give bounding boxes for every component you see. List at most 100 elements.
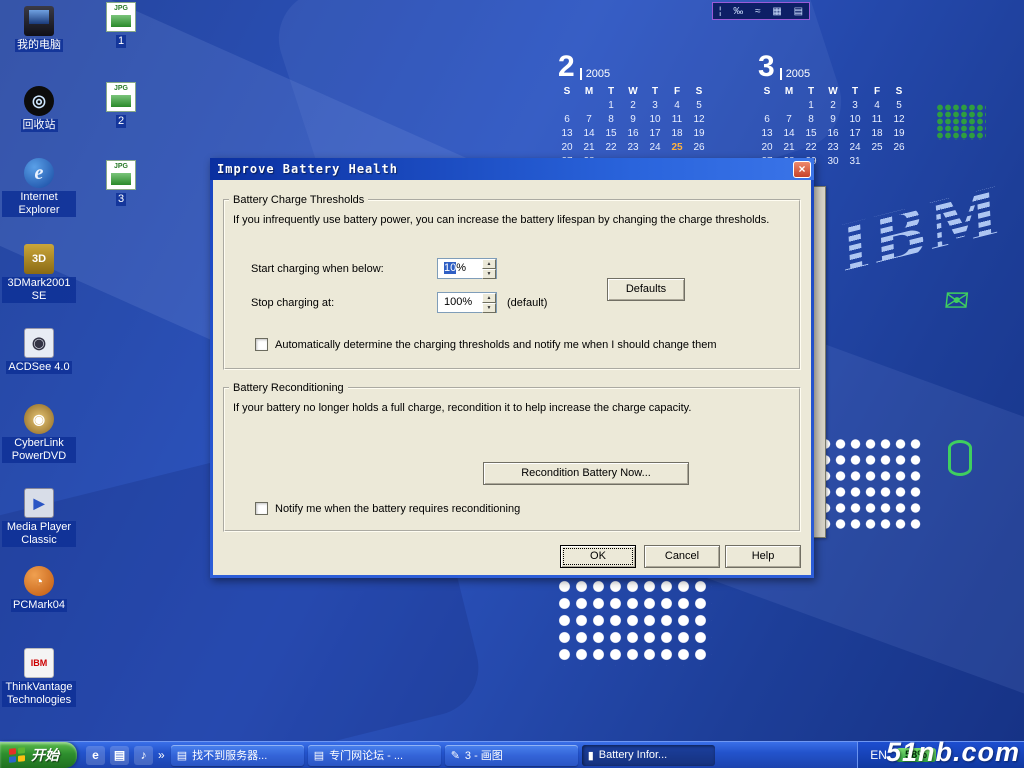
- calendar-day: 22: [800, 142, 822, 156]
- floating-toolbar[interactable]: ¦ ‰ ≈ ▦ ▤: [712, 2, 810, 20]
- chevron-icon[interactable]: »: [158, 748, 171, 762]
- calendar-day-header: M: [778, 86, 800, 100]
- calendar-day: 8: [600, 114, 622, 128]
- quick-launch-bar: e ▤ ♪: [77, 742, 158, 768]
- calendar-day: [578, 100, 600, 114]
- recycle-bin-icon: ◎: [24, 86, 54, 116]
- jpg-file-3[interactable]: JPG3: [84, 160, 158, 206]
- calendar-day: 17: [844, 128, 866, 142]
- my-computer-icon: [24, 6, 54, 36]
- powerdvd-icon: ◉: [24, 404, 54, 434]
- calendar-day: 5: [688, 100, 710, 114]
- jpg-file-label: 3: [116, 193, 126, 206]
- calendar-day: 22: [600, 142, 622, 156]
- envelope-icon: ✉: [942, 284, 971, 319]
- calendar-month: 3: [758, 52, 775, 82]
- dialog-titlebar[interactable]: Improve Battery Health ×: [210, 158, 814, 180]
- ok-button[interactable]: OK: [560, 545, 636, 568]
- start-button[interactable]: 开始: [0, 742, 77, 768]
- language-indicator[interactable]: EN: [870, 748, 887, 762]
- desktop-icon-powerdvd[interactable]: ◉CyberLink PowerDVD: [2, 404, 76, 463]
- cylinder-icon: [948, 440, 972, 476]
- percent-tool-icon[interactable]: ‰: [733, 6, 743, 17]
- start-charging-label: Start charging when below:: [251, 263, 437, 275]
- auto-determine-checkbox[interactable]: [255, 338, 268, 351]
- battery-information-icon: ▮: [588, 749, 594, 762]
- close-button[interactable]: ×: [793, 161, 811, 178]
- calendar-day: 12: [688, 114, 710, 128]
- calendar-day: 16: [622, 128, 644, 142]
- quick-launch-show-desktop-icon[interactable]: ▤: [110, 746, 129, 765]
- calendar-day: 2: [822, 100, 844, 114]
- calendar-day: 7: [778, 114, 800, 128]
- calendar-day: 14: [778, 128, 800, 142]
- notes-tool-icon[interactable]: ▤: [794, 6, 803, 17]
- cancel-button[interactable]: Cancel: [644, 545, 720, 568]
- desktop-icon-recycle-bin[interactable]: ◎回收站: [2, 86, 76, 132]
- calendar-day: [866, 156, 888, 170]
- calendar-day: [778, 100, 800, 114]
- pen-tool-icon[interactable]: ¦: [719, 6, 722, 17]
- calendar-day: 30: [822, 156, 844, 170]
- battery-charge-thresholds-group: Battery Charge Thresholds If you infrequ…: [223, 194, 801, 370]
- dot-grid-decoration: [818, 436, 925, 534]
- start-label: 开始: [31, 745, 59, 765]
- calendar-day: 25: [666, 142, 688, 156]
- defaults-button[interactable]: Defaults: [607, 278, 685, 301]
- taskbar-task-server-not-found[interactable]: ▤找不到服务器...: [171, 745, 304, 766]
- spin-down-icon[interactable]: ▼: [482, 269, 496, 279]
- calendar-year: 2005: [580, 68, 610, 80]
- calendar-day: 20: [756, 142, 778, 156]
- reconditioning-description: If your battery no longer holds a full c…: [233, 402, 791, 414]
- desktop-icon-my-computer[interactable]: 我的电脑: [2, 6, 76, 52]
- calendar-day: 2: [622, 100, 644, 114]
- desktop-icon-3dmark2001[interactable]: 3D3DMark2001 SE: [2, 244, 76, 303]
- ibm-logo: IBM: [831, 173, 1011, 289]
- calendar-day: 3: [644, 100, 666, 114]
- grid-tool-icon[interactable]: ▦: [772, 6, 781, 17]
- stop-threshold-spinbox[interactable]: 100% ▲ ▼: [437, 292, 497, 313]
- taskbar-task-forum[interactable]: ▤专门网论坛 - ...: [308, 745, 441, 766]
- desktop-icon-acdsee[interactable]: ◉ACDSee 4.0: [2, 328, 76, 374]
- spin-up-icon[interactable]: ▲: [482, 259, 496, 269]
- calendar-day: 21: [578, 142, 600, 156]
- spinner-buttons: ▲ ▼: [482, 293, 496, 312]
- calendar-day: 4: [666, 100, 688, 114]
- taskbar-task-battery-information[interactable]: ▮ Battery Infor...: [582, 745, 715, 766]
- acdsee-icon: ◉: [24, 328, 54, 358]
- desktop-icon-pcmark04[interactable]: ◔PCMark04: [2, 566, 76, 612]
- calendar-day: 25: [866, 142, 888, 156]
- desktop-icon-media-player-classic[interactable]: ▶Media Player Classic: [2, 488, 76, 547]
- selected-text: 10: [444, 262, 456, 274]
- reconditioning-group-title: Battery Reconditioning: [229, 382, 348, 394]
- battery-reconditioning-group: Battery Reconditioning If your battery n…: [223, 382, 801, 532]
- start-threshold-value: 10%: [438, 259, 482, 278]
- taskbar: 开始 e ▤ ♪ » ▤找不到服务器...▤专门网论坛 - ...✎3 - 画图 ▮ B…: [0, 741, 1024, 768]
- help-button[interactable]: Help: [725, 545, 801, 568]
- quick-launch-internet-explorer-icon[interactable]: e: [86, 746, 105, 765]
- server-not-found-icon: ▤: [177, 749, 187, 762]
- jpg-file-1[interactable]: JPG1: [84, 2, 158, 48]
- taskbar-task-paint[interactable]: ✎3 - 画图: [445, 745, 578, 766]
- start-charging-row: Start charging when below: 10% ▲ ▼: [251, 258, 497, 279]
- desktop-icon-internet-explorer[interactable]: eInternet Explorer: [2, 158, 76, 217]
- desktop-icon-thinkvantage[interactable]: IBMThinkVantage Technologies: [2, 648, 76, 707]
- start-threshold-spinbox[interactable]: 10% ▲ ▼: [437, 258, 497, 279]
- task-label: Battery Infor...: [599, 749, 667, 761]
- notify-reconditioning-checkbox[interactable]: [255, 502, 268, 515]
- recondition-battery-button[interactable]: Recondition Battery Now...: [483, 462, 689, 485]
- spin-down-icon[interactable]: ▼: [482, 303, 496, 313]
- calendar-day-header: M: [578, 86, 600, 100]
- desktop-icon-label: Media Player Classic: [2, 521, 76, 547]
- jpg-file-2[interactable]: JPG2: [84, 82, 158, 128]
- quick-launch-media-player-icon[interactable]: ♪: [134, 746, 153, 765]
- spin-up-icon[interactable]: ▲: [482, 293, 496, 303]
- dialog-title: Improve Battery Health: [217, 162, 793, 176]
- calendar-day: 18: [866, 128, 888, 142]
- calendar-day-header: T: [644, 86, 666, 100]
- green-grid-decoration: [936, 104, 986, 140]
- desktop-icon-label: Internet Explorer: [2, 191, 76, 217]
- calendar-day: 15: [800, 128, 822, 142]
- dialog-body: Battery Charge Thresholds If you infrequ…: [213, 180, 811, 575]
- wave-tool-icon[interactable]: ≈: [755, 6, 761, 17]
